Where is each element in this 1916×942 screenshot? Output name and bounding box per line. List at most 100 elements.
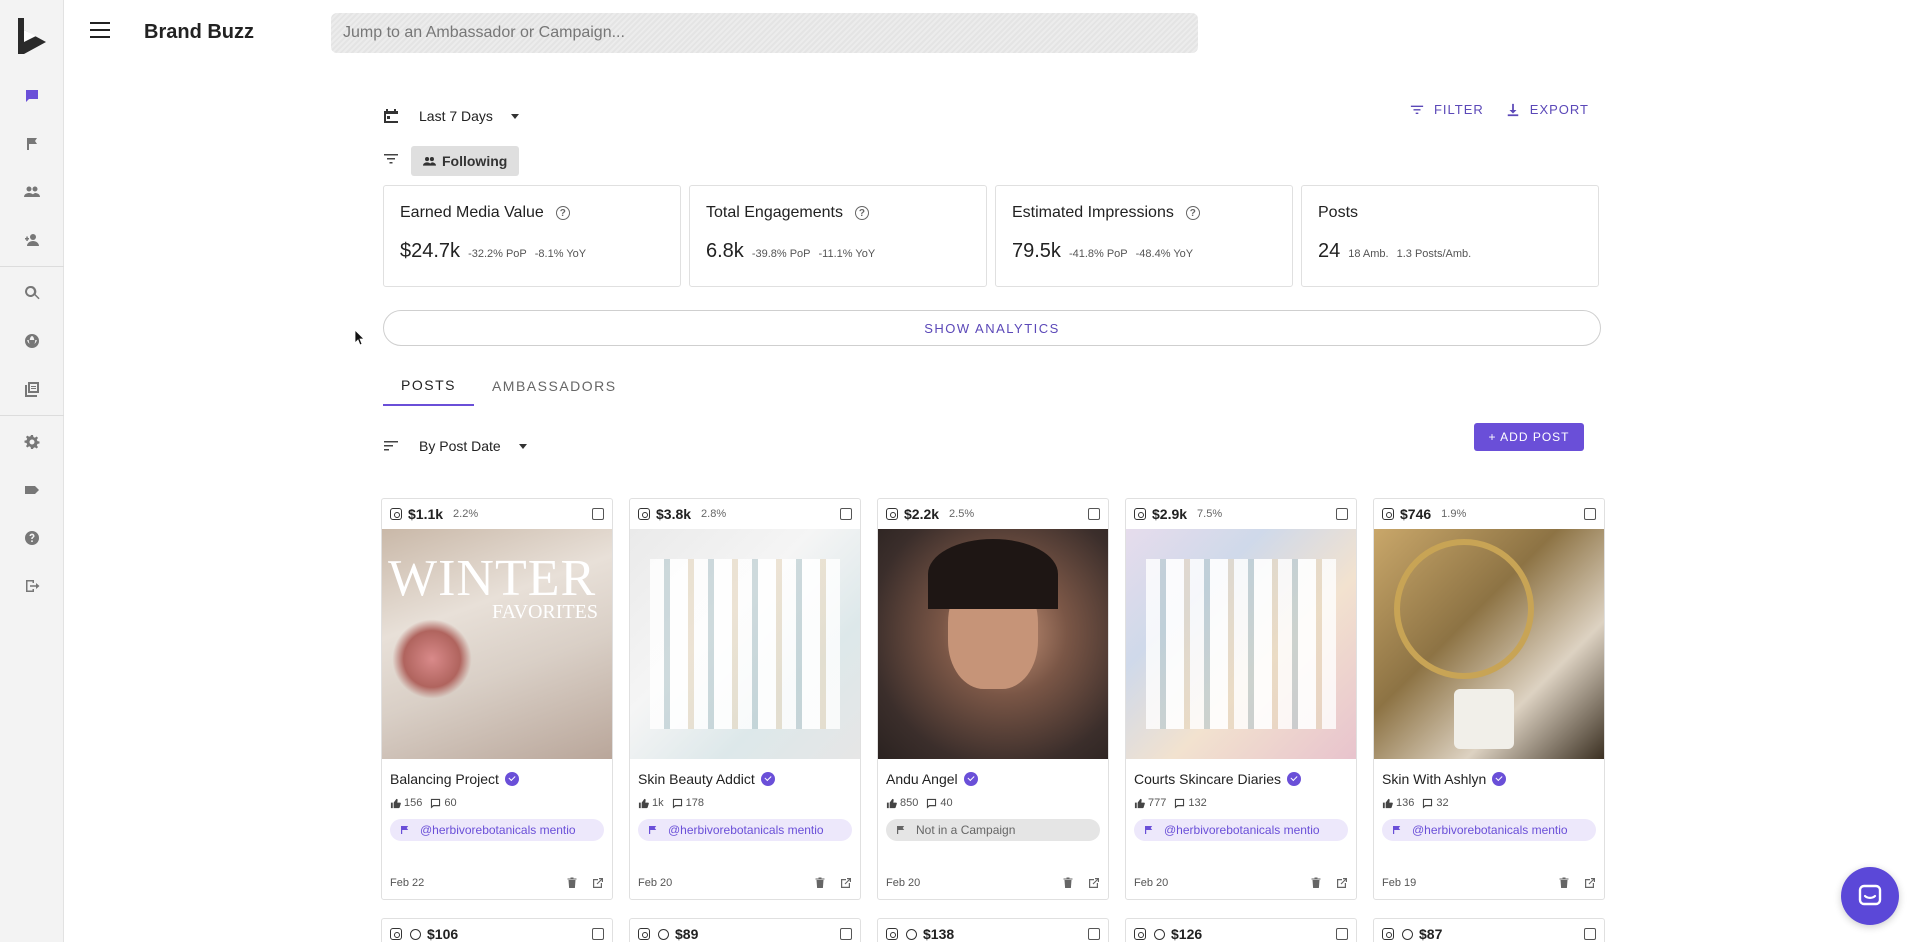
rail-labels-button[interactable]: [0, 466, 64, 514]
help-icon[interactable]: ?: [555, 206, 570, 220]
post-card[interactable]: $106: [381, 918, 613, 942]
ambassador-name[interactable]: Balancing Project: [390, 771, 499, 787]
delete-icon[interactable]: [1310, 877, 1322, 889]
rail-settings-button[interactable]: [0, 418, 64, 466]
delete-icon[interactable]: [566, 877, 578, 889]
show-analytics-button[interactable]: SHOW ANALYTICS: [383, 310, 1601, 346]
ambassador-name[interactable]: Skin With Ashlyn: [1382, 771, 1486, 787]
post-date: Feb 20: [1134, 877, 1169, 889]
rail-logout-button[interactable]: [0, 562, 64, 610]
card-header: $89: [630, 919, 860, 942]
post-card[interactable]: $138: [877, 918, 1109, 942]
rail-nav-top: [0, 72, 64, 610]
stat-value: 79.5k: [1012, 240, 1061, 262]
rail-ambassadors-button[interactable]: [0, 168, 64, 216]
open-external-icon[interactable]: [1088, 877, 1100, 889]
post-card[interactable]: $89: [629, 918, 861, 942]
post-select-checkbox[interactable]: [840, 928, 852, 940]
ambassador-name[interactable]: Andu Angel: [886, 771, 958, 787]
stat-ambassadors: 18 Amb.: [1348, 248, 1389, 260]
post-select-checkbox[interactable]: [1584, 508, 1596, 520]
following-chip[interactable]: Following: [411, 146, 520, 176]
rail-campaigns-button[interactable]: [0, 120, 64, 168]
help-icon[interactable]: ?: [854, 206, 869, 220]
label-icon: [25, 486, 39, 494]
sort-selector[interactable]: By Post Date: [383, 438, 527, 454]
post-image[interactable]: WINTER FAVORITES: [382, 529, 612, 759]
add-post-button[interactable]: + ADD POST: [1474, 423, 1584, 451]
post-card[interactable]: $87: [1373, 918, 1605, 942]
campaign-chip[interactable]: @herbivorebotanicals mentio: [1382, 819, 1596, 841]
post-card[interactable]: $3.8k 2.8% Skin Beauty Addict 1k 178 @herbivo…: [629, 498, 861, 900]
campaign-chip[interactable]: @herbivorebotanicals mentio: [390, 819, 604, 841]
post-select-checkbox[interactable]: [592, 508, 604, 520]
post-select-checkbox[interactable]: [1088, 508, 1100, 520]
post-card[interactable]: $126: [1125, 918, 1357, 942]
rail-chat-button[interactable]: [0, 72, 64, 120]
post-card[interactable]: $2.2k 2.5% Andu Angel 850 40 Not in a Campaig…: [877, 498, 1109, 900]
menu-toggle-button[interactable]: [90, 22, 110, 38]
post-select-checkbox[interactable]: [592, 928, 604, 940]
open-external-icon[interactable]: [840, 877, 852, 889]
tab-ambassadors[interactable]: AMBASSADORS: [474, 366, 635, 406]
post-engagement-rate: 2.8%: [701, 508, 727, 520]
rail-search-button[interactable]: [0, 269, 64, 317]
verified-icon: [1287, 772, 1302, 786]
search-input[interactable]: [331, 13, 1198, 53]
open-external-icon[interactable]: [1584, 877, 1596, 889]
post-image[interactable]: [630, 529, 860, 759]
help-icon[interactable]: ?: [1185, 206, 1200, 220]
post-card[interactable]: $746 1.9% Skin With Ashlyn 136 32 @herbivoreb…: [1373, 498, 1605, 900]
verified-icon: [760, 772, 775, 786]
verified-icon: [504, 772, 519, 786]
ambassador-name[interactable]: Skin Beauty Addict: [638, 771, 755, 787]
campaign-label: @herbivorebotanicals mentio: [1412, 823, 1568, 837]
thumbs-up-icon: [886, 798, 897, 809]
card-header: $126: [1126, 919, 1356, 942]
campaign-chip[interactable]: @herbivorebotanicals mentio: [638, 819, 852, 841]
rail-help-button[interactable]: [0, 514, 64, 562]
brand-logo[interactable]: [14, 16, 50, 56]
post-select-checkbox[interactable]: [1336, 928, 1348, 940]
filter-button[interactable]: FILTER: [1410, 102, 1484, 117]
post-select-checkbox[interactable]: [1336, 508, 1348, 520]
chevron-down-icon: [518, 443, 527, 449]
stats-row: Earned Media Value? $24.7k -32.2% PoP -8…: [383, 185, 1601, 287]
post-card[interactable]: $2.9k 7.5% Courts Skincare Diaries 777 132 @h…: [1125, 498, 1357, 900]
instagram-icon: [886, 928, 898, 940]
post-image[interactable]: [1126, 529, 1356, 759]
date-range-selector[interactable]: Last 7 Days: [383, 104, 519, 128]
post-card[interactable]: $1.1k 2.2% WINTER FAVORITES Balancing Projec…: [381, 498, 613, 900]
ambassador-name[interactable]: Courts Skincare Diaries: [1134, 771, 1281, 787]
post-image[interactable]: [878, 529, 1108, 759]
flag-icon: [648, 825, 658, 835]
open-external-icon[interactable]: [1336, 877, 1348, 889]
post-emv: $746: [1400, 506, 1432, 522]
delete-icon[interactable]: [814, 877, 826, 889]
open-external-icon[interactable]: [592, 877, 604, 889]
delete-icon[interactable]: [1558, 877, 1570, 889]
post-select-checkbox[interactable]: [840, 508, 852, 520]
tab-posts[interactable]: POSTS: [383, 366, 474, 406]
post-emv: $2.2k: [904, 506, 940, 522]
rail-invite-button[interactable]: [0, 216, 64, 264]
comments-count: 60: [444, 797, 457, 809]
rail-library-button[interactable]: [0, 365, 64, 413]
post-select-checkbox[interactable]: [1584, 928, 1596, 940]
image-candle: [1454, 689, 1514, 749]
instagram-icon: [886, 508, 898, 520]
rail-discover-button[interactable]: [0, 317, 64, 365]
post-engagement-rate: 1.9%: [1441, 508, 1467, 520]
library-icon: [25, 382, 39, 397]
delete-icon[interactable]: [1062, 877, 1074, 889]
export-button[interactable]: EXPORT: [1506, 102, 1589, 117]
filter-list-button[interactable]: [383, 151, 399, 172]
chat-launcher-button[interactable]: [1841, 867, 1899, 925]
rail-divider: [0, 266, 64, 267]
campaign-chip[interactable]: Not in a Campaign: [886, 819, 1100, 841]
post-image[interactable]: [1374, 529, 1604, 759]
comments-count: 178: [685, 797, 704, 809]
campaign-chip[interactable]: @herbivorebotanicals mentio: [1134, 819, 1348, 841]
filter-label: FILTER: [1433, 102, 1484, 117]
post-select-checkbox[interactable]: [1088, 928, 1100, 940]
